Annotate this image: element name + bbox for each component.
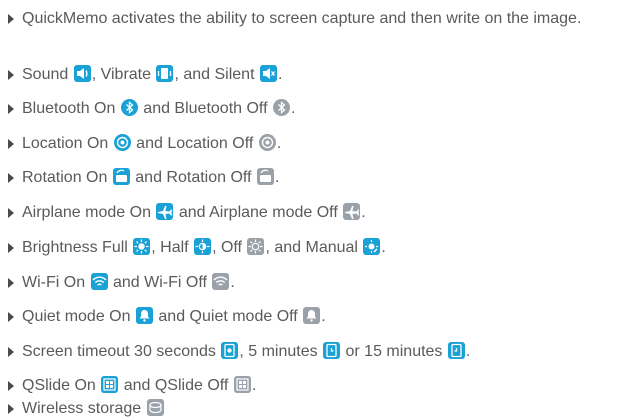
list-item-location: Location On and Location Off .: [8, 133, 281, 154]
item-text-segment: , Off: [212, 239, 247, 256]
timeout-5m-icon: [323, 342, 341, 359]
item-text-segment: Wireless storage: [22, 400, 146, 417]
item-text-segment: .: [321, 308, 326, 325]
location-off-icon: [258, 134, 276, 151]
wifi-off-icon: [212, 273, 230, 290]
item-text-segment: , 5 minutes: [239, 343, 323, 360]
rotation-on-icon: [112, 168, 130, 185]
item-text-segment: Bluetooth On: [22, 100, 120, 117]
item-text: Wi-Fi On and Wi-Fi Off .: [22, 272, 235, 293]
quiet-mode-off-icon: [303, 307, 321, 324]
item-text-segment: and Rotation Off: [130, 169, 256, 186]
bullet-arrow-icon: [8, 139, 14, 149]
item-text-segment: and Quiet mode Off: [153, 308, 303, 325]
list-item-airplane: Airplane mode On and Airplane mode Off .: [8, 202, 366, 223]
brightness-off-icon: [247, 238, 265, 255]
item-text-segment: Location On: [22, 135, 113, 152]
airplane-on-icon: [156, 203, 174, 220]
vibrate-icon: [156, 65, 174, 82]
item-text-segment: .: [274, 169, 280, 186]
bullet-arrow-icon: [8, 173, 14, 183]
list-item-screen-timeout: Screen timeout 30 seconds , 5 minutes or…: [8, 341, 470, 362]
location-on-icon: [113, 134, 131, 151]
wifi-on-icon: [90, 273, 108, 290]
item-text-segment: Quiet mode On: [22, 308, 135, 325]
item-text-segment: .: [381, 239, 386, 256]
item-text-segment: , and Silent: [174, 66, 259, 83]
item-text: Bluetooth On and Bluetooth Off .: [22, 98, 295, 119]
item-text-segment: Brightness Full: [22, 239, 133, 256]
bluetooth-off-icon: [272, 99, 290, 116]
item-text-segment: , Half: [151, 239, 194, 256]
item-text-segment: and Airplane mode Off: [174, 204, 343, 221]
bullet-arrow-icon: [8, 243, 14, 253]
bullet-arrow-icon: [8, 312, 14, 322]
list-item-wireless-storage: Wireless storage: [8, 398, 165, 419]
bullet-arrow-icon: [8, 347, 14, 357]
sound-on-icon: [73, 65, 91, 82]
item-text: Sound , Vibrate , and Silent .: [22, 64, 282, 85]
item-text-segment: or 15 minutes: [341, 343, 447, 360]
item-text-segment: QuickMemo activates the ability to scree…: [22, 10, 582, 27]
brightness-manual-icon: [363, 238, 381, 255]
bullet-arrow-icon: [8, 208, 14, 218]
list-item-brightness: Brightness Full , Half , Off , and Manua…: [8, 237, 386, 258]
bullet-arrow-icon: [8, 104, 14, 114]
qslide-off-icon: [233, 376, 251, 393]
item-text-segment: Screen timeout 30 seconds: [22, 343, 221, 360]
list-item-qslide: QSlide On and QSlide Off .: [8, 375, 256, 396]
item-text: Airplane mode On and Airplane mode Off .: [22, 202, 366, 223]
quick-settings-icon-legend: QuickMemo activates the ability to scree…: [0, 0, 629, 418]
bluetooth-on-icon: [120, 99, 138, 116]
bullet-arrow-icon: [8, 14, 14, 24]
item-text-segment: .: [277, 66, 283, 83]
timeout-30s-icon: [221, 342, 239, 359]
item-text-segment: .: [465, 343, 471, 360]
list-item-quiet-mode: Quiet mode On and Quiet mode Off .: [8, 306, 326, 327]
item-text-segment: Wi-Fi On: [22, 274, 90, 291]
list-item-quickmemo: QuickMemo activates the ability to scree…: [8, 8, 623, 29]
timeout-15m-icon: [447, 342, 465, 359]
item-text: QSlide On and QSlide Off .: [22, 375, 256, 396]
item-text-segment: Airplane mode On: [22, 204, 156, 221]
item-text-segment: .: [276, 135, 282, 152]
item-text-segment: .: [251, 377, 257, 394]
bullet-arrow-icon: [8, 381, 14, 391]
quiet-mode-on-icon: [135, 307, 153, 324]
item-text-segment: .: [230, 274, 235, 291]
item-text: Screen timeout 30 seconds , 5 minutes or…: [22, 341, 470, 362]
list-item-rotation: Rotation On and Rotation Off .: [8, 167, 279, 188]
item-text: Rotation On and Rotation Off .: [22, 167, 279, 188]
airplane-off-icon: [343, 203, 361, 220]
item-text-segment: , Vibrate: [91, 66, 156, 83]
item-text-segment: .: [290, 100, 296, 117]
item-text: Brightness Full , Half , Off , and Manua…: [22, 237, 386, 258]
wireless-storage-icon: [146, 399, 164, 416]
list-item-sound: Sound , Vibrate , and Silent .: [8, 64, 282, 85]
silent-icon: [259, 65, 277, 82]
rotation-off-icon: [256, 168, 274, 185]
item-text-segment: QSlide On: [22, 377, 101, 394]
bullet-arrow-icon: [8, 404, 14, 414]
item-text-segment: Sound: [22, 66, 73, 83]
item-text-segment: and Bluetooth Off: [138, 100, 272, 117]
qslide-on-icon: [101, 376, 119, 393]
bullet-arrow-icon: [8, 278, 14, 288]
item-text: Wireless storage: [22, 398, 165, 419]
brightness-full-icon: [133, 238, 151, 255]
list-item-bluetooth: Bluetooth On and Bluetooth Off .: [8, 98, 295, 119]
item-text-segment: and Wi-Fi Off: [108, 274, 212, 291]
bullet-arrow-icon: [8, 70, 14, 80]
list-item-wifi: Wi-Fi On and Wi-Fi Off .: [8, 272, 235, 293]
item-text-segment: .: [361, 204, 366, 221]
item-text: Location On and Location Off .: [22, 133, 281, 154]
item-text-segment: Rotation On: [22, 169, 112, 186]
item-text: QuickMemo activates the ability to scree…: [22, 8, 623, 29]
item-text: Quiet mode On and Quiet mode Off .: [22, 306, 326, 327]
item-text-segment: and QSlide Off: [119, 377, 233, 394]
item-text-segment: and Location Off: [131, 135, 258, 152]
item-text-segment: , and Manual: [265, 239, 363, 256]
brightness-half-icon: [194, 238, 212, 255]
